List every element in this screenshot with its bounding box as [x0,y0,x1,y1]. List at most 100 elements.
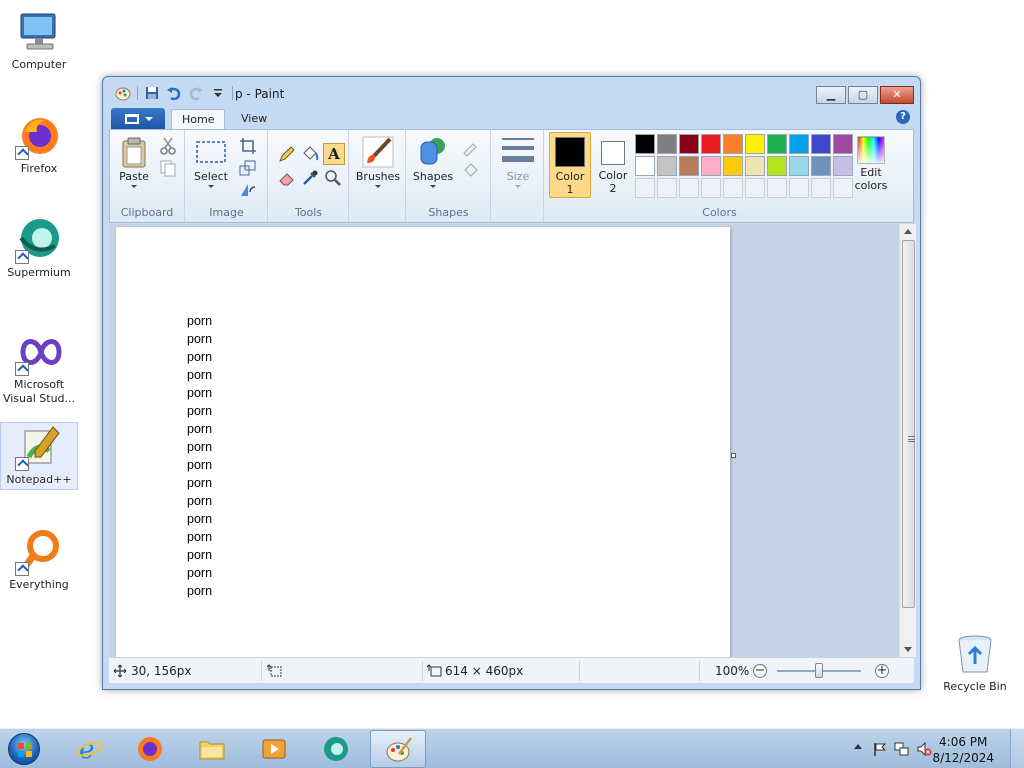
paste-button[interactable]: Paste [116,136,152,188]
scroll-thumb[interactable] [902,240,915,608]
palette-swatch[interactable] [723,156,743,176]
taskbar-file-explorer[interactable] [184,730,240,768]
paint-app-icon[interactable] [115,85,131,101]
palette-swatch[interactable] [811,156,831,176]
customize-toolbar-icon[interactable] [210,85,226,101]
undo-icon[interactable] [166,85,182,101]
edit-colors-button[interactable]: Edit colors [849,136,893,192]
custom-color-slot[interactable] [811,178,831,198]
scroll-down-icon[interactable] [904,647,912,652]
color1-button[interactable]: Color 1 [549,132,591,198]
custom-color-slot[interactable] [679,178,699,198]
canvas-size: 614 × 460px [445,664,524,678]
color-picker-icon[interactable] [300,168,320,188]
resize-icon[interactable] [238,158,258,178]
close-button[interactable]: ✕ [880,86,914,104]
custom-color-slot[interactable] [745,178,765,198]
palette-swatch[interactable] [811,134,831,154]
start-button[interactable] [4,730,44,768]
size-button[interactable]: Size [496,136,540,188]
desktop-icon-notepadpp[interactable]: Notepad++ [0,422,78,490]
pencil-icon[interactable] [277,144,297,164]
taskbar-media-player[interactable] [246,730,302,768]
zoom-in-button[interactable]: + [875,664,889,678]
color2-number: 2 [609,182,617,195]
canvas-resize-handle[interactable] [731,453,736,458]
minimize-button[interactable]: ▁ [816,86,846,104]
fill-icon[interactable] [300,144,320,164]
network-icon[interactable] [894,741,910,757]
taskbar-paint[interactable] [370,730,426,768]
custom-color-slot[interactable] [701,178,721,198]
palette-swatch[interactable] [723,134,743,154]
zoom-slider-thumb[interactable] [815,663,823,678]
palette-swatch[interactable] [701,134,721,154]
help-icon[interactable]: ? [896,110,910,124]
palette-swatch[interactable] [635,134,655,154]
custom-color-slot[interactable] [657,178,677,198]
desktop-icon-supermium[interactable]: Supermium [0,216,78,280]
zoom-out-button[interactable]: − [753,664,767,678]
desktop-icon-everything[interactable]: Everything [0,528,78,592]
computer-icon [15,8,63,56]
palette-swatch[interactable] [745,156,765,176]
shape-fill-icon[interactable] [461,160,481,180]
custom-color-slot[interactable] [723,178,743,198]
color2-button[interactable]: Color 2 [593,132,633,195]
outline-icon[interactable] [461,138,481,158]
palette-swatch[interactable] [635,156,655,176]
desktop-icon-firefox[interactable]: Firefox [0,112,78,176]
palette-swatch[interactable] [789,156,809,176]
tab-view[interactable]: View [231,109,277,129]
select-button[interactable]: Select [190,136,232,188]
desktop-icon-computer[interactable]: Computer [0,8,78,72]
scroll-up-icon[interactable] [904,229,912,234]
shapes-button[interactable]: Shapes [411,136,455,188]
redo-icon[interactable] [188,85,204,101]
window-title: p - Paint [235,87,285,101]
save-icon[interactable] [144,85,160,101]
magnifier-icon[interactable] [323,168,343,188]
volume-muted-icon[interactable] [916,741,932,757]
rotate-icon[interactable] [238,180,258,200]
palette-swatch[interactable] [701,156,721,176]
palette-swatch[interactable] [679,134,699,154]
palette-swatch[interactable] [767,134,787,154]
system-clock[interactable]: 4:06 PM 8/12/2024 [932,734,994,766]
recycle-bin-icon [951,630,999,678]
action-center-flag-icon[interactable] [872,741,888,757]
custom-color-slot[interactable] [789,178,809,198]
title-bar[interactable]: p - Paint ▁ ▢ ✕ [103,77,920,107]
palette-swatch[interactable] [745,134,765,154]
firefox-icon [15,112,63,160]
taskbar-internet-explorer[interactable]: e [62,730,118,768]
eraser-icon[interactable] [277,168,297,188]
tab-home[interactable]: Home [171,109,226,129]
taskbar-supermium[interactable] [308,730,364,768]
vertical-scrollbar[interactable] [899,224,916,657]
paint-menu-button[interactable] [111,108,165,129]
group-tools: A Tools [269,130,349,222]
canvas-area[interactable]: porn porn porn porn porn porn porn porn porn porn… [109,224,899,657]
custom-color-slot[interactable] [767,178,787,198]
canvas-text-line: porn [187,458,213,472]
palette-swatch[interactable] [789,134,809,154]
brushes-button[interactable]: Brushes [354,136,402,188]
text-tool-button[interactable]: A [323,143,345,165]
drawing-canvas[interactable]: porn porn porn porn porn porn porn porn porn porn… [116,227,730,657]
show-hidden-icons-icon[interactable] [854,744,862,749]
desktop-icon-visual-studio[interactable]: Microsoft Visual Stud... [0,328,78,406]
taskbar-firefox[interactable] [122,730,178,768]
palette-swatch[interactable] [679,156,699,176]
cut-icon[interactable] [158,136,178,156]
paint-window[interactable]: p - Paint ▁ ▢ ✕ Home View ? Paste Clipbo… [102,76,921,690]
maximize-button[interactable]: ▢ [848,86,878,104]
palette-swatch[interactable] [657,156,677,176]
show-desktop-button[interactable] [1010,729,1024,768]
copy-icon[interactable] [158,158,178,178]
custom-color-slot[interactable] [635,178,655,198]
palette-swatch[interactable] [657,134,677,154]
desktop-icon-recycle-bin[interactable]: Recycle Bin [936,630,1014,694]
palette-swatch[interactable] [767,156,787,176]
crop-icon[interactable] [238,136,258,156]
